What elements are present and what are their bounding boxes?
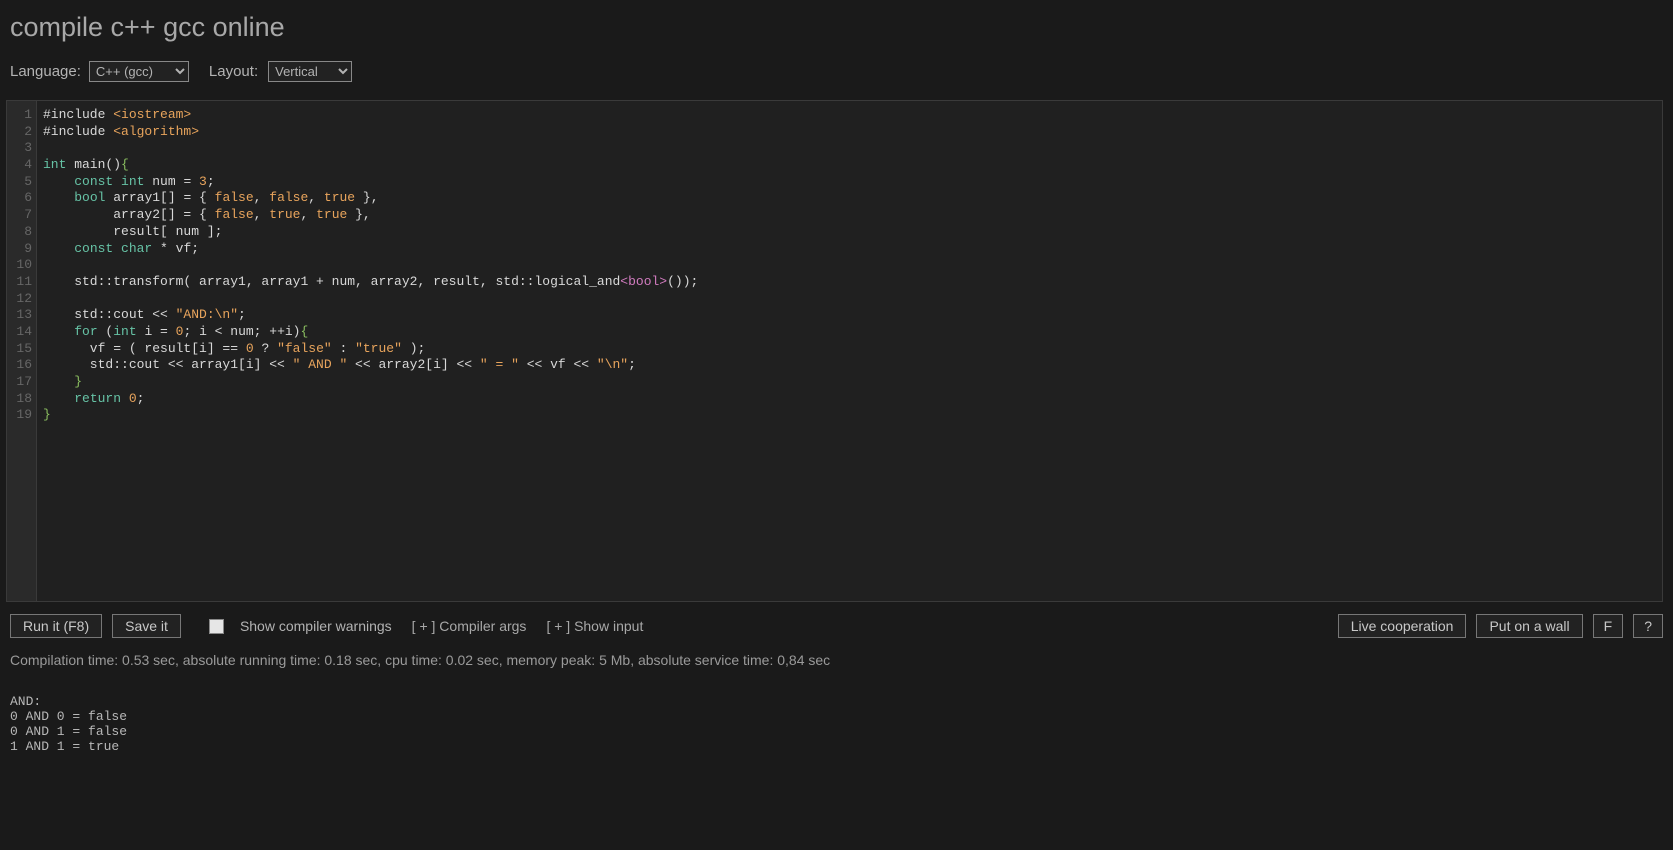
plus-icon: [ + ] [546, 618, 570, 634]
show-warnings-label: Show compiler warnings [240, 618, 392, 634]
show-warnings-checkbox[interactable] [209, 619, 224, 634]
show-input-toggle[interactable]: [ + ] Show input [546, 618, 643, 634]
put-on-wall-button[interactable]: Put on a wall [1476, 614, 1582, 638]
compiler-args-toggle[interactable]: [ + ] Compiler args [412, 618, 527, 634]
editor-gutter: 12345678910111213141516171819 [7, 101, 37, 601]
live-cooperation-button[interactable]: Live cooperation [1338, 614, 1467, 638]
output-pane: AND: 0 AND 0 = false 0 AND 1 = false 1 A… [0, 680, 1673, 768]
show-input-label: Show input [574, 618, 643, 634]
layout-select[interactable]: Vertical [268, 61, 352, 82]
code-editor[interactable]: 12345678910111213141516171819 #include <… [6, 100, 1663, 602]
compiler-args-label: Compiler args [439, 618, 526, 634]
page-title: compile c++ gcc online [10, 12, 1663, 43]
save-button[interactable]: Save it [112, 614, 181, 638]
language-label: Language: [10, 63, 81, 80]
controls-row: Language: C++ (gcc) Layout: Vertical [10, 61, 1663, 82]
run-button[interactable]: Run it (F8) [10, 614, 102, 638]
editor-code-area[interactable]: #include <iostream>#include <algorithm>i… [37, 101, 1662, 601]
layout-label: Layout: [209, 63, 258, 80]
fullscreen-button[interactable]: F [1593, 614, 1624, 638]
plus-icon: [ + ] [412, 618, 436, 634]
language-select[interactable]: C++ (gcc) [89, 61, 189, 82]
status-line: Compilation time: 0.53 sec, absolute run… [0, 646, 1673, 680]
help-button[interactable]: ? [1633, 614, 1663, 638]
action-row: Run it (F8) Save it Show compiler warnin… [0, 602, 1673, 646]
